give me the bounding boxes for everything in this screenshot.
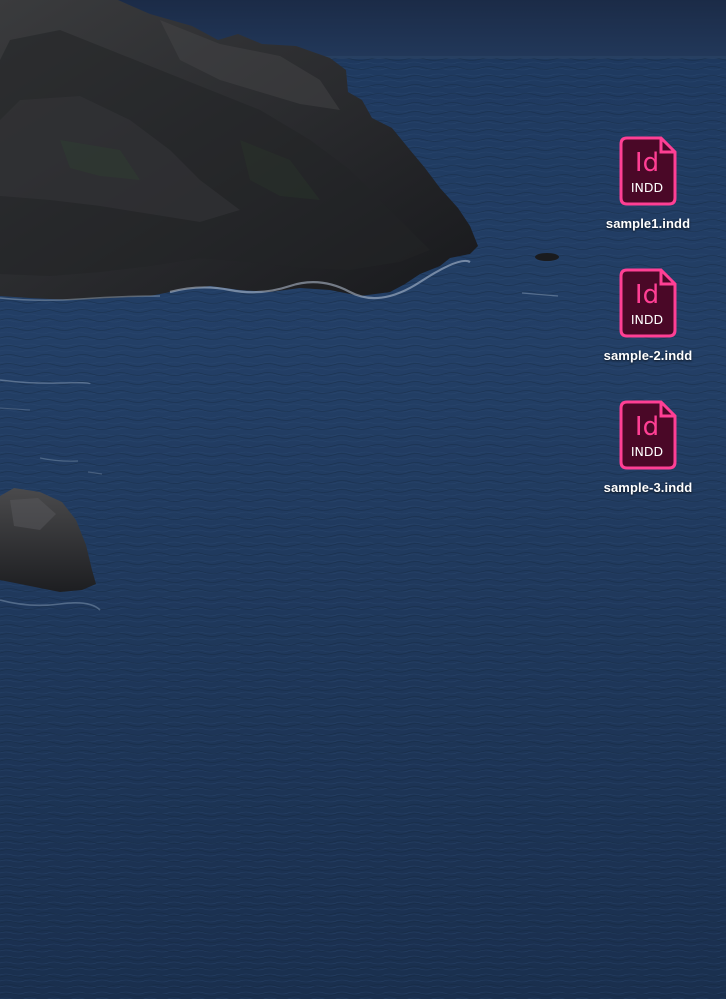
indesign-mark: Id xyxy=(635,280,659,310)
indesign-document-icon: Id INDD xyxy=(619,400,677,470)
file-name-label[interactable]: sample1.indd xyxy=(606,216,690,231)
indesign-mark: Id xyxy=(635,412,659,442)
desktop-file-sample-2[interactable]: Id INDD sample-2.indd xyxy=(593,268,703,363)
file-name-label[interactable]: sample-3.indd xyxy=(604,480,693,495)
indesign-mark: Id xyxy=(635,148,659,178)
desktop[interactable]: Id INDD sample1.indd Id INDD sample-2.in… xyxy=(0,0,726,999)
indesign-document-icon: Id INDD xyxy=(619,136,677,206)
file-type-label: INDD xyxy=(631,312,663,327)
file-type-label: INDD xyxy=(631,444,663,459)
desktop-file-sample-3[interactable]: Id INDD sample-3.indd xyxy=(593,400,703,495)
file-name-label[interactable]: sample-2.indd xyxy=(604,348,693,363)
indesign-document-icon: Id INDD xyxy=(619,268,677,338)
desktop-file-sample1[interactable]: Id INDD sample1.indd xyxy=(593,136,703,231)
file-type-label: INDD xyxy=(631,180,663,195)
